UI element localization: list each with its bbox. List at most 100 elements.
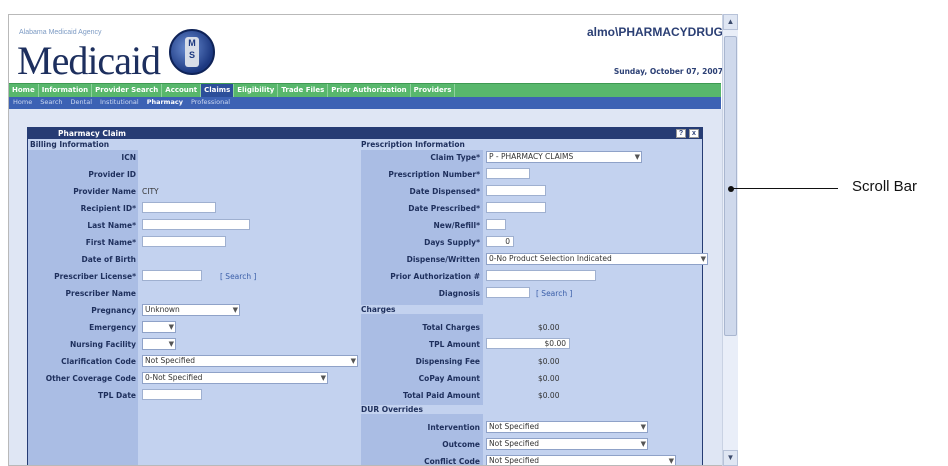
conflict-code-value: Not Specified [489, 456, 539, 465]
outcome-label: Outcome [442, 440, 480, 449]
seal-letters: M S [185, 37, 199, 67]
days-supply-input[interactable]: 0 [486, 236, 514, 247]
nav-prior-authorization[interactable]: Prior Authorization [328, 84, 411, 97]
pharmacy-claim-panel: Pharmacy Claim ? x Billing Information I… [27, 127, 708, 466]
date-dispensed-label: Date Dispensed* [409, 187, 480, 196]
agency-seal-icon: M S [169, 29, 215, 75]
scroll-up-arrow-icon[interactable]: ▲ [723, 14, 738, 30]
first-name-input[interactable] [142, 236, 226, 247]
intervention-select[interactable]: Not Specified ▼ [486, 421, 648, 433]
scroll-down-arrow-icon[interactable]: ▼ [723, 450, 738, 466]
chevron-down-icon: ▼ [232, 306, 238, 314]
days-supply-label: Days Supply* [424, 238, 480, 247]
rx-number-input[interactable] [486, 168, 530, 179]
scroll-bar-callout-label: Scroll Bar [852, 178, 918, 195]
nav-home[interactable]: Home [9, 84, 39, 97]
close-icon[interactable]: x [689, 129, 699, 138]
prior-auth-label: Prior Authorization # [390, 272, 480, 281]
other-coverage-value: 0-Not Specified [145, 373, 203, 382]
nursing-facility-select[interactable]: ▼ [142, 338, 176, 350]
charges-heading: Charges [361, 305, 483, 314]
tpl-date-input[interactable] [142, 389, 202, 400]
total-paid-value: $0.00 [538, 391, 560, 400]
pregnancy-label: Pregnancy [91, 306, 136, 315]
recipient-id-label: Recipient ID* [80, 204, 136, 213]
new-refill-input[interactable] [486, 219, 506, 230]
current-date: Sunday, October 07, 2007 [613, 67, 723, 76]
billing-heading: Billing Information [30, 140, 110, 149]
chevron-down-icon: ▼ [668, 457, 674, 465]
nursing-facility-label: Nursing Facility [69, 340, 136, 349]
other-coverage-label: Other Coverage Code [45, 374, 136, 383]
outcome-value: Not Specified [489, 439, 539, 448]
other-coverage-select[interactable]: 0-Not Specified ▼ [142, 372, 328, 384]
tpl-amount-label: TPL Amount [428, 340, 480, 349]
emergency-select[interactable]: ▼ [142, 321, 176, 333]
tpl-amount-input[interactable]: $0.00 [486, 338, 570, 349]
help-icon[interactable]: ? [676, 129, 686, 138]
copay-amount-value: $0.00 [538, 374, 560, 383]
diagnosis-label: Diagnosis [438, 289, 480, 298]
clarification-code-value: Not Specified [145, 356, 195, 365]
dispense-written-select[interactable]: 0-No Product Selection Indicated ▼ [486, 253, 708, 265]
prescriber-license-input[interactable] [142, 270, 202, 281]
tpl-date-label: TPL Date [98, 391, 136, 400]
chevron-down-icon: ▼ [168, 340, 174, 348]
date-prescribed-input[interactable] [486, 202, 546, 213]
conflict-code-label: Conflict Code [424, 457, 480, 466]
chevron-down-icon: ▼ [320, 374, 326, 382]
nav-trade-files[interactable]: Trade Files [278, 84, 329, 97]
total-charges-value: $0.00 [538, 323, 560, 332]
total-paid-label: Total Paid Amount [402, 391, 480, 400]
callout-line [733, 188, 838, 189]
outcome-select[interactable]: Not Specified ▼ [486, 438, 648, 450]
subnav-institutional[interactable]: Institutional [96, 97, 143, 109]
pregnancy-value: Unknown [145, 305, 180, 314]
nav-provider-search[interactable]: Provider Search [92, 84, 163, 97]
clarification-code-label: Clarification Code [61, 357, 136, 366]
subnav-pharmacy[interactable]: Pharmacy [143, 97, 187, 109]
diagnosis-search-link[interactable]: [ Search ] [536, 289, 572, 298]
diagnosis-input[interactable] [486, 287, 530, 298]
provider-id-label: Provider ID [88, 170, 136, 179]
provider-name-label: Provider Name [73, 187, 136, 196]
intervention-label: Intervention [427, 423, 480, 432]
dispense-written-value: 0-No Product Selection Indicated [489, 254, 612, 263]
nav-claims[interactable]: Claims [201, 84, 235, 97]
subnav-dental[interactable]: Dental [67, 97, 96, 109]
nav-providers[interactable]: Providers [411, 84, 456, 97]
vertical-scrollbar[interactable]: ▲ ▼ [722, 14, 738, 466]
recipient-id-input[interactable] [142, 202, 216, 213]
date-dispensed-input[interactable] [486, 185, 546, 196]
agency-name: Alabama Medicaid Agency [19, 29, 102, 36]
last-name-label: Last Name* [87, 221, 136, 230]
claim-type-value: P - PHARMACY CLAIMS [489, 152, 574, 161]
subnav-professional[interactable]: Professional [187, 97, 234, 109]
conflict-code-select[interactable]: Not Specified ▼ [486, 455, 676, 465]
sub-navigation: Home Search Dental Institutional Pharmac… [9, 97, 721, 109]
subnav-home[interactable]: Home [9, 97, 36, 109]
copay-amount-label: CoPay Amount [418, 374, 480, 383]
browser-window: Alabama Medicaid Agency Medicaid M S alm… [8, 14, 738, 466]
clarification-code-select[interactable]: Not Specified ▼ [142, 355, 358, 367]
claim-type-label: Claim Type* [430, 153, 480, 162]
medicaid-logo: Medicaid [17, 38, 161, 83]
nav-eligibility[interactable]: Eligibility [234, 84, 279, 97]
chevron-down-icon: ▼ [640, 423, 646, 431]
intervention-value: Not Specified [489, 422, 539, 431]
main-navigation: Home Information Provider Search Account… [9, 83, 721, 97]
subnav-search[interactable]: Search [36, 97, 66, 109]
chevron-down-icon: ▼ [634, 153, 640, 161]
date-prescribed-label: Date Prescribed* [408, 204, 480, 213]
last-name-input[interactable] [142, 219, 250, 230]
pregnancy-select[interactable]: Unknown ▼ [142, 304, 240, 316]
nav-information[interactable]: Information [39, 84, 93, 97]
screenshot-stage: Alabama Medicaid Agency Medicaid M S alm… [0, 0, 948, 466]
dispense-written-label: Dispense/Written [406, 255, 480, 264]
prescription-heading: Prescription Information [361, 140, 465, 149]
nav-account[interactable]: Account [162, 84, 202, 97]
prescriber-search-link[interactable]: [ Search ] [220, 272, 256, 281]
prior-auth-input[interactable] [486, 270, 596, 281]
claim-type-select[interactable]: P - PHARMACY CLAIMS ▼ [486, 151, 642, 163]
prescriber-license-label: Prescriber License* [54, 272, 136, 281]
